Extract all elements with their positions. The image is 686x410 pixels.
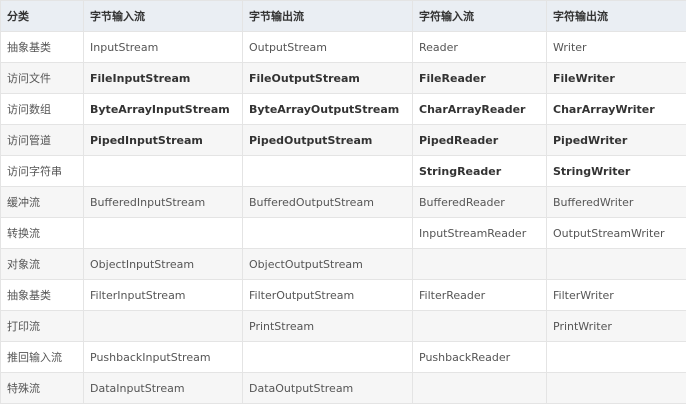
byte-input-cell: DataInputStream <box>83 372 243 404</box>
char-input-cell: FilterReader <box>412 279 547 311</box>
header-char-input: 字符输入流 <box>412 0 547 32</box>
category-cell: 对象流 <box>0 248 84 280</box>
table-row: 特殊流 DataInputStream DataOutputStream <box>0 372 686 404</box>
category-cell: 访问文件 <box>0 62 84 94</box>
category-cell: 特殊流 <box>0 372 84 404</box>
category-cell: 转换流 <box>0 217 84 249</box>
byte-output-cell: DataOutputStream <box>242 372 413 404</box>
table-row: 访问文件 FileInputStream FileOutputStream FileR… <box>0 62 686 94</box>
byte-input-cell: PushbackInputStream <box>83 341 243 373</box>
char-output-cell: CharArrayWriter <box>546 93 686 125</box>
char-output-cell: BufferedWriter <box>546 186 686 218</box>
category-cell: 推回输入流 <box>0 341 84 373</box>
byte-output-cell: BufferedOutputStream <box>242 186 413 218</box>
category-cell: 抽象基类 <box>0 279 84 311</box>
char-output-cell: FilterWriter <box>546 279 686 311</box>
char-input-cell: StringReader <box>412 155 547 187</box>
byte-input-cell: InputStream <box>83 31 243 63</box>
char-output-cell <box>546 341 686 373</box>
header-category: 分类 <box>0 0 84 32</box>
char-output-cell: PipedWriter <box>546 124 686 156</box>
byte-input-cell: BufferedInputStream <box>83 186 243 218</box>
byte-output-cell: PrintStream <box>242 310 413 342</box>
char-output-cell: Writer <box>546 31 686 63</box>
category-cell: 访问管道 <box>0 124 84 156</box>
byte-input-cell <box>83 217 243 249</box>
table-row: 转换流 InputStreamReader OutputStreamWriter <box>0 217 686 249</box>
byte-output-cell: PipedOutputStream <box>242 124 413 156</box>
byte-input-cell <box>83 310 243 342</box>
byte-output-cell <box>242 155 413 187</box>
byte-input-cell: ByteArrayInputStream <box>83 93 243 125</box>
header-byte-input: 字节输入流 <box>83 0 243 32</box>
byte-output-cell: FilterOutputStream <box>242 279 413 311</box>
char-input-cell: InputStreamReader <box>412 217 547 249</box>
table-row: 打印流 PrintStream PrintWriter <box>0 310 686 342</box>
byte-output-cell <box>242 217 413 249</box>
char-input-cell: BufferedReader <box>412 186 547 218</box>
char-output-cell <box>546 372 686 404</box>
byte-output-cell: OutputStream <box>242 31 413 63</box>
table-row: 访问管道 PipedInputStream PipedOutputStream Pip… <box>0 124 686 156</box>
table-row: 抽象基类 InputStream OutputStream Reader Writer <box>0 31 686 63</box>
byte-output-cell: ByteArrayOutputStream <box>242 93 413 125</box>
byte-input-cell: PipedInputStream <box>83 124 243 156</box>
byte-output-cell: ObjectOutputStream <box>242 248 413 280</box>
char-input-cell <box>412 372 547 404</box>
table-row: 对象流 ObjectInputStream ObjectOutputStream <box>0 248 686 280</box>
category-cell: 访问字符串 <box>0 155 84 187</box>
char-output-cell: FileWriter <box>546 62 686 94</box>
char-output-cell <box>546 248 686 280</box>
table-row: 访问数组 ByteArrayInputStream ByteArrayOutputS… <box>0 93 686 125</box>
table-row: 推回输入流 PushbackInputStream PushbackReader <box>0 341 686 373</box>
char-input-cell: Reader <box>412 31 547 63</box>
io-stream-table: 分类 字节输入流 字节输出流 字符输入流 字符输出流 抽象基类 InputStre… <box>0 0 686 404</box>
table-body: 抽象基类 InputStream OutputStream Reader Writer 访… <box>0 31 686 404</box>
header-char-output: 字符输出流 <box>546 0 686 32</box>
header-row: 分类 字节输入流 字节输出流 字符输入流 字符输出流 <box>0 0 686 32</box>
char-input-cell: PushbackReader <box>412 341 547 373</box>
char-input-cell <box>412 248 547 280</box>
byte-output-cell <box>242 341 413 373</box>
byte-input-cell: ObjectInputStream <box>83 248 243 280</box>
table-header: 分类 字节输入流 字节输出流 字符输入流 字符输出流 <box>0 0 686 32</box>
char-input-cell: FileReader <box>412 62 547 94</box>
char-output-cell: OutputStreamWriter <box>546 217 686 249</box>
table-row: 抽象基类 FilterInputStream FilterOutputStream F… <box>0 279 686 311</box>
byte-input-cell: FilterInputStream <box>83 279 243 311</box>
table-row: 访问字符串 StringReader StringWriter <box>0 155 686 187</box>
category-cell: 缓冲流 <box>0 186 84 218</box>
char-input-cell <box>412 310 547 342</box>
char-input-cell: PipedReader <box>412 124 547 156</box>
category-cell: 访问数组 <box>0 93 84 125</box>
byte-output-cell: FileOutputStream <box>242 62 413 94</box>
category-cell: 打印流 <box>0 310 84 342</box>
char-output-cell: StringWriter <box>546 155 686 187</box>
category-cell: 抽象基类 <box>0 31 84 63</box>
byte-input-cell: FileInputStream <box>83 62 243 94</box>
table-row: 缓冲流 BufferedInputStream BufferedOutputStre… <box>0 186 686 218</box>
header-byte-output: 字节输出流 <box>242 0 413 32</box>
char-input-cell: CharArrayReader <box>412 93 547 125</box>
byte-input-cell <box>83 155 243 187</box>
char-output-cell: PrintWriter <box>546 310 686 342</box>
